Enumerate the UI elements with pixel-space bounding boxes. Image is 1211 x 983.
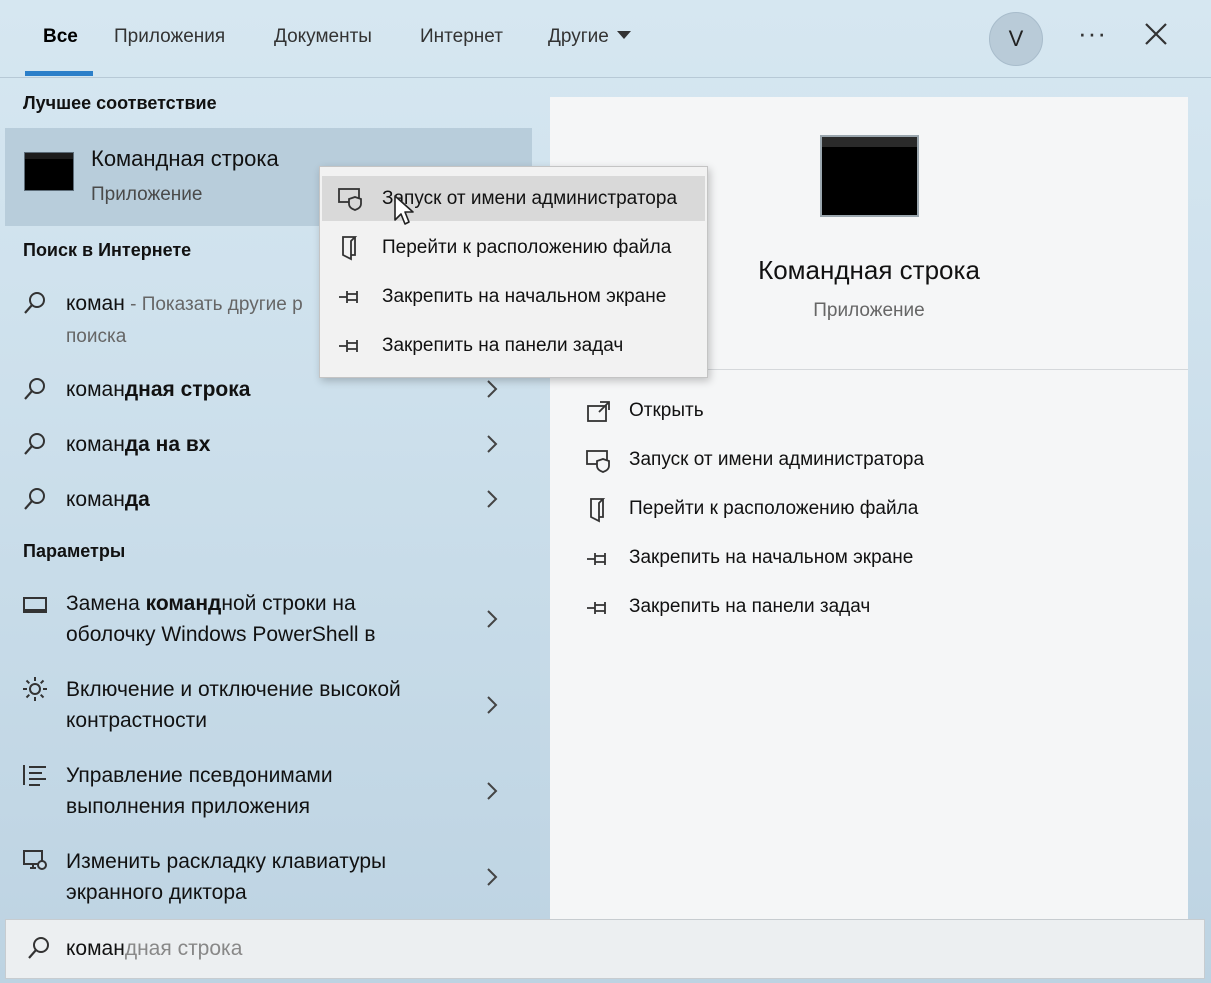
action-label: Открыть	[629, 400, 704, 421]
context-pin-start[interactable]: Закрепить на начальном экране	[322, 274, 705, 319]
more-options-button[interactable]: ···	[1078, 18, 1107, 49]
context-item-label: Запуск от имени администратора	[382, 188, 678, 209]
action-label: Закрепить на начальном экране	[629, 547, 914, 568]
action-run-as-admin[interactable]: Запуск от имени администратора	[586, 444, 1166, 478]
chevron-right-icon[interactable]	[484, 608, 500, 630]
context-item-label: Закрепить на начальном экране	[382, 286, 667, 307]
chevron-right-icon[interactable]	[484, 780, 500, 802]
tab-other-label: Другие	[548, 26, 609, 47]
web-result-bold: дная строка	[124, 378, 251, 401]
action-pin-taskbar[interactable]: Закрепить на панели задач	[586, 591, 1166, 625]
settings-heading: Параметры	[23, 541, 126, 561]
pin-icon	[587, 602, 606, 614]
settings-item[interactable]: Включение и отключение высокой контрастн…	[0, 674, 530, 740]
search-input[interactable]: командная строка	[66, 937, 242, 961]
settings-item[interactable]: Замена командной строки на оболочку Wind…	[0, 588, 530, 654]
web-result-hint: - Показать другие р	[124, 294, 303, 315]
settings-item[interactable]: Управление псевдонимами выполнения прило…	[0, 760, 530, 826]
settings-item-text-line2: экранного диктора	[66, 881, 247, 904]
brightness-icon	[23, 677, 47, 701]
tab-bar: Все Приложения Документы Интернет Другие…	[0, 0, 1211, 78]
tab-all[interactable]: Все	[43, 26, 78, 48]
web-result-prefix: коман	[66, 378, 125, 401]
action-label: Закрепить на панели задач	[629, 596, 871, 617]
search-icon	[24, 378, 45, 400]
admin-shield-icon	[338, 188, 362, 211]
mouse-cursor-icon	[394, 195, 414, 225]
settings-item[interactable]: Изменить раскладку клавиатуры экранного …	[0, 846, 530, 912]
context-run-as-admin[interactable]: Запуск от имени администратора	[322, 176, 705, 221]
web-result-bold: да	[124, 488, 150, 511]
search-icon	[24, 488, 45, 510]
web-result-item[interactable]: команда на вх	[0, 427, 530, 463]
best-match-title: Командная строка	[91, 146, 279, 171]
list-icon	[23, 765, 46, 786]
file-location-icon	[590, 498, 606, 523]
chevron-right-icon[interactable]	[484, 866, 500, 888]
search-icon	[24, 433, 45, 455]
context-open-file-location[interactable]: Перейти к расположению файла	[322, 225, 705, 270]
command-prompt-icon	[24, 152, 74, 191]
admin-shield-icon	[586, 450, 610, 473]
search-typed-text: коман	[66, 937, 125, 960]
web-result-bold: да на вх	[124, 433, 211, 456]
context-pin-taskbar[interactable]: Закрепить на панели задач	[322, 323, 705, 368]
file-location-icon	[342, 236, 358, 261]
chevron-right-icon[interactable]	[484, 694, 500, 716]
laptop-icon	[23, 597, 47, 613]
action-label: Запуск от имени администратора	[629, 449, 925, 470]
settings-item-text: Включение и отключение высокой	[66, 678, 401, 701]
settings-item-text: Изменить раскладку клавиатуры	[66, 850, 387, 873]
web-result-query: коман	[66, 292, 125, 315]
search-icon	[24, 292, 45, 314]
search-window: Все Приложения Документы Интернет Другие…	[0, 0, 1211, 983]
action-pin-start[interactable]: Закрепить на начальном экране	[586, 542, 1166, 576]
open-icon	[587, 401, 610, 422]
settings-item-text-line2: оболочку Windows PowerShell в	[66, 623, 376, 646]
best-match-subtitle: Приложение	[91, 184, 203, 205]
search-icon	[28, 937, 49, 959]
tab-other[interactable]: Другие	[548, 26, 631, 48]
pin-icon	[339, 340, 358, 352]
pin-icon	[587, 553, 606, 565]
search-suggestion-text: дная строка	[124, 937, 243, 960]
command-prompt-icon	[820, 135, 919, 217]
web-result-item[interactable]: команда	[0, 482, 530, 518]
best-match-heading: Лучшее соответствие	[23, 93, 217, 113]
chevron-right-icon[interactable]	[484, 433, 500, 455]
avatar[interactable]: V	[989, 12, 1043, 66]
pin-icon	[339, 291, 358, 303]
context-menu: Запуск от имени администратора Перейти к…	[319, 166, 708, 378]
action-open-file-location[interactable]: Перейти к расположению файла	[586, 493, 1166, 527]
context-item-label: Закрепить на панели задач	[382, 335, 624, 356]
settings-item-bold: команд	[145, 592, 222, 615]
tab-documents[interactable]: Документы	[274, 26, 372, 48]
chevron-right-icon[interactable]	[484, 378, 500, 400]
action-open[interactable]: Открыть	[586, 395, 1166, 429]
tab-internet[interactable]: Интернет	[420, 26, 503, 48]
search-box[interactable]: командная строка	[5, 919, 1205, 979]
web-result-prefix: коман	[66, 433, 125, 456]
settings-item-text: Управление псевдонимами	[66, 764, 333, 787]
settings-item-text-line2: выполнения приложения	[66, 795, 311, 818]
web-result-hint-line2: поиска	[66, 326, 127, 347]
context-item-label: Перейти к расположению файла	[382, 237, 672, 258]
close-button[interactable]	[1142, 20, 1172, 50]
narrator-icon	[23, 850, 47, 870]
settings-item-text: Замена	[66, 592, 146, 615]
close-icon	[1145, 23, 1167, 45]
web-search-heading: Поиск в Интернете	[23, 240, 192, 260]
web-result-prefix: коман	[66, 488, 125, 511]
tab-apps[interactable]: Приложения	[114, 26, 225, 48]
settings-item-text: ной строки на	[221, 592, 356, 615]
action-label: Перейти к расположению файла	[629, 498, 919, 519]
active-tab-indicator	[25, 71, 93, 76]
chevron-down-icon	[616, 30, 631, 39]
chevron-right-icon[interactable]	[484, 488, 500, 510]
settings-item-text-line2: контрастности	[66, 709, 207, 732]
